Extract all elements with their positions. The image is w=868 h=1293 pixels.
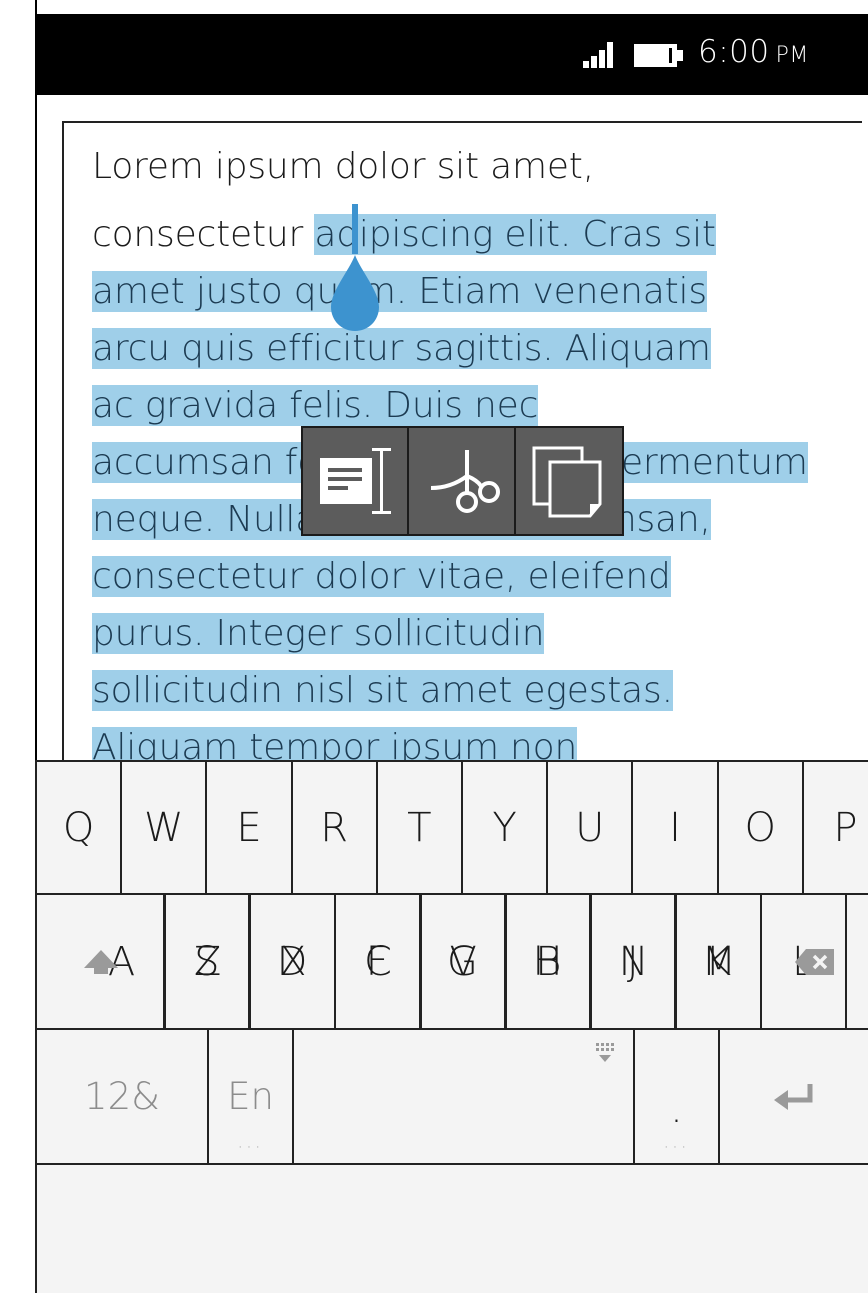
more-options-icon: ···	[663, 1137, 690, 1158]
symbols-key[interactable]: 12&	[37, 1030, 209, 1165]
frame-margin	[0, 0, 35, 1293]
key-label: Q	[62, 804, 95, 851]
backspace-icon	[794, 948, 834, 975]
period-key-label: .	[670, 1085, 683, 1132]
key-r[interactable]: R	[292, 762, 378, 895]
battery-icon	[634, 44, 684, 67]
copy-button[interactable]	[516, 428, 622, 534]
selected-text: ac gravida felis. Duis nec	[92, 385, 539, 426]
key-label: U	[575, 804, 605, 851]
copy-icon	[532, 446, 602, 518]
backspace-key[interactable]	[761, 895, 868, 1030]
key-p[interactable]: P	[803, 762, 868, 895]
key-t[interactable]: T	[377, 762, 463, 895]
selection-caret	[352, 204, 358, 254]
space-key[interactable]	[294, 1030, 635, 1165]
keyboard: QWERTYUIOP ASDFGHJKL ZXCVBNM 12& En ··· …	[35, 760, 868, 1293]
key-x[interactable]: X	[251, 895, 337, 1030]
select-all-button[interactable]	[303, 428, 410, 534]
key-label: M	[701, 938, 737, 985]
shift-key[interactable]	[37, 895, 166, 1030]
key-label: B	[535, 938, 562, 985]
key-u[interactable]: U	[548, 762, 634, 895]
key-label: X	[279, 938, 307, 985]
editor-line: sollicitudin nisl sit amet egestas.	[92, 663, 673, 719]
select-all-icon	[320, 448, 392, 514]
key-label: O	[744, 804, 776, 851]
key-label: Y	[492, 804, 517, 851]
plain-text: Lorem ipsum dolor sit amet,	[92, 146, 594, 187]
selected-text: purus. Integer sollicitudin	[92, 613, 545, 654]
key-label: R	[320, 804, 349, 851]
key-i[interactable]: I	[633, 762, 719, 895]
key-label: P	[833, 804, 858, 851]
symbols-key-label: 12&	[84, 1075, 160, 1118]
enter-key[interactable]	[720, 1030, 868, 1165]
key-label: Z	[193, 938, 222, 985]
shift-arrow-icon	[83, 949, 118, 974]
editor-line: consectetur adipiscing elit. Cras sit	[92, 207, 716, 263]
editor-line: consectetur dolor vitae, eleifend	[92, 549, 671, 605]
text-selection-toolbar	[301, 426, 624, 536]
signal-icon	[583, 42, 621, 68]
scissors-icon	[430, 450, 500, 513]
selected-text: arcu quis efficitur sagittis. Aliquam	[92, 328, 711, 369]
language-key-label: En	[227, 1075, 274, 1118]
key-label: C	[364, 938, 392, 985]
selected-text: sollicitudin nisl sit amet egestas.	[92, 670, 673, 711]
key-c[interactable]: C	[336, 895, 422, 1030]
key-label: T	[407, 804, 432, 851]
key-z[interactable]: Z	[166, 895, 252, 1030]
key-n[interactable]: N	[592, 895, 678, 1030]
clock-time: 6:00	[698, 34, 770, 70]
selected-text: adipiscing elit. Cras sit	[314, 214, 716, 255]
language-key[interactable]: En ···	[209, 1030, 294, 1165]
keyboard-switch-icon	[596, 1043, 614, 1062]
key-e[interactable]: E	[207, 762, 293, 895]
selection-handle[interactable]	[329, 253, 381, 333]
editor-line: amet justo quam. Etiam venenatis	[92, 264, 707, 320]
plain-text: consectetur	[92, 214, 315, 255]
key-label: I	[669, 804, 681, 851]
key-o[interactable]: O	[718, 762, 804, 895]
key-label: N	[618, 938, 649, 985]
key-b[interactable]: B	[506, 895, 592, 1030]
clock: 6:00 PM	[698, 34, 809, 70]
editor-line: purus. Integer sollicitudin	[92, 606, 545, 662]
editor-line: Lorem ipsum dolor sit amet,	[92, 139, 594, 195]
key-y[interactable]: Y	[463, 762, 549, 895]
enter-icon	[774, 1083, 813, 1110]
key-label: E	[236, 804, 262, 851]
key-w[interactable]: W	[122, 762, 208, 895]
key-label: V	[449, 938, 477, 985]
selected-text: consectetur dolor vitae, eleifend	[92, 556, 671, 597]
more-options-icon: ···	[237, 1137, 264, 1158]
period-key[interactable]: . ···	[635, 1030, 720, 1165]
key-m[interactable]: M	[677, 895, 763, 1030]
clock-ampm: PM	[775, 43, 809, 68]
editor-line: arcu quis efficitur sagittis. Aliquam	[92, 321, 711, 377]
key-q[interactable]: Q	[37, 762, 123, 895]
cut-button[interactable]	[409, 428, 516, 534]
selected-text: amet justo quam. Etiam venenatis	[92, 271, 707, 312]
key-label: W	[144, 804, 184, 851]
status-bar: 6:00 PM	[35, 14, 868, 95]
key-v[interactable]: V	[421, 895, 507, 1030]
